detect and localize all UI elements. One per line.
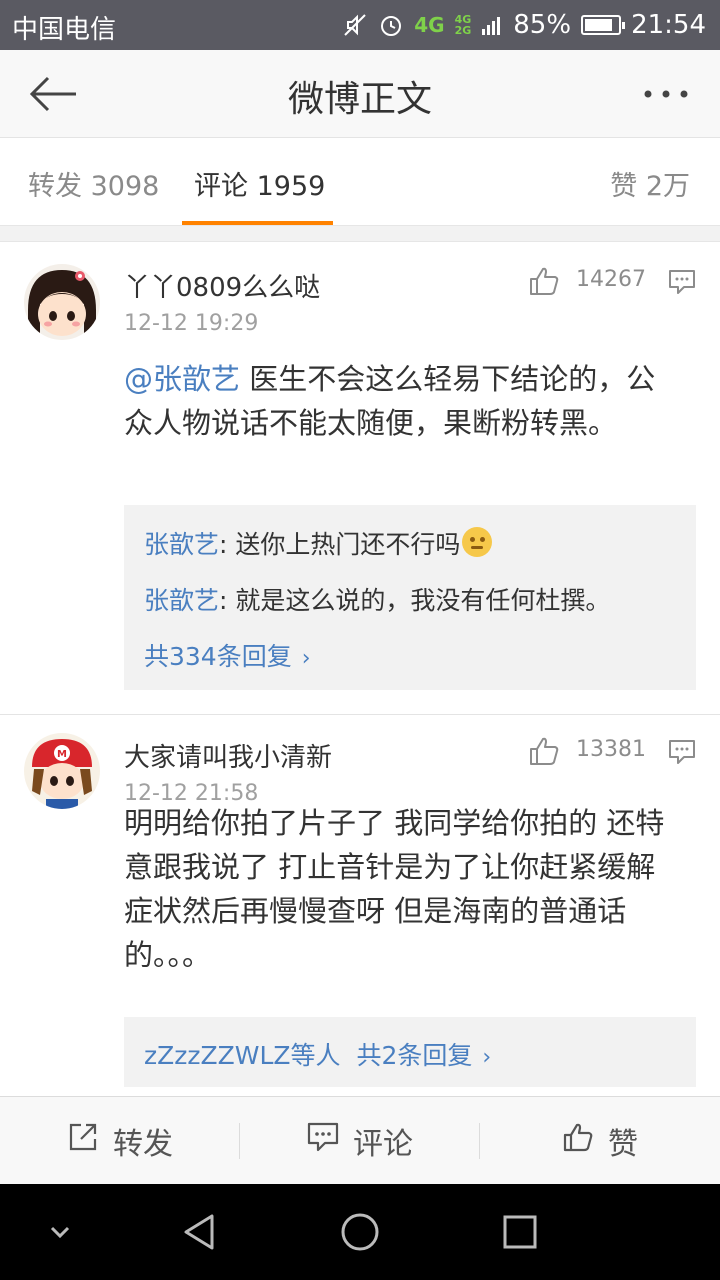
comment-username[interactable]: 大家请叫我小清新 <box>124 737 332 774</box>
more-replies-label: 共2条回复 <box>356 1041 473 1070</box>
home-circle-icon[interactable] <box>336 1208 384 1256</box>
thinking-emoji-icon <box>462 527 493 557</box>
recent-apps-square-icon[interactable] <box>496 1208 544 1256</box>
reply-text: : 送你上热门还不行吗 <box>219 530 461 559</box>
system-nav-bar <box>0 1184 720 1280</box>
reply-box: zZzzZZWLZ等人 共2条回复 › <box>124 1017 696 1087</box>
comment-body-text: 明明给你拍了片子了 我同学给你拍的 还特意跟我说了 打止音针是为了让你赶紧缓解症… <box>124 806 665 972</box>
active-tab-indicator <box>182 221 333 225</box>
comment-username[interactable]: 丫丫0809么么哒 <box>124 267 320 304</box>
reply-author[interactable]: 张歆艺 <box>144 586 219 615</box>
tab-likes[interactable]: 赞 2万 <box>610 164 690 203</box>
chevron-down-icon[interactable] <box>36 1208 84 1256</box>
repost-button[interactable]: 转发 <box>0 1097 240 1185</box>
status-bar: 中国电信 4G 4G 2G 85% 21:54 <box>0 0 720 50</box>
network-dual-indicator: 4G 2G <box>455 14 472 36</box>
network-4g-indicator: 4G <box>414 13 445 37</box>
like-button[interactable]: 赞 <box>480 1097 720 1185</box>
more-replies-label: 共334条回复 <box>144 642 292 671</box>
comment-item: 丫丫0809么么哒 12-12 19:29 14267 @张歆艺 医生不会这么轻… <box>0 243 720 713</box>
thumbs-up-icon <box>562 1121 594 1161</box>
mute-icon <box>342 12 368 38</box>
comment-bubble-icon <box>307 1122 339 1160</box>
thumbs-up-icon[interactable] <box>528 735 560 767</box>
reply-author[interactable]: 张歆艺 <box>144 530 219 559</box>
share-icon <box>67 1121 99 1161</box>
network-2g-label: 2G <box>454 24 472 37</box>
comment-item: M 大家请叫我小清新 12-12 21:58 13381 明明给你拍了片子了 我… <box>0 714 720 1094</box>
signal-icon <box>481 14 503 36</box>
reply-line: 张歆艺: 送你上热门还不行吗 <box>144 525 493 561</box>
action-bar: 转发 评论 赞 <box>0 1096 720 1184</box>
reply-bubble-icon[interactable] <box>668 739 696 765</box>
comment-like-count: 14267 <box>576 267 646 292</box>
status-icons: 4G 4G 2G 85% 21:54 <box>342 8 706 42</box>
repost-label: 转发 <box>113 1127 173 1162</box>
battery-icon <box>581 15 626 35</box>
reply-text: : 就是这么说的，我没有任何杜撰。 <box>219 586 611 615</box>
svg-text:M: M <box>57 749 67 760</box>
clock: 21:54 <box>631 10 706 40</box>
avatar[interactable] <box>24 264 100 340</box>
tab-repost[interactable]: 转发 3098 <box>28 164 159 203</box>
battery-percent: 85% <box>513 10 572 40</box>
carrier-name: 中国电信 <box>12 15 117 45</box>
chevron-right-icon: › <box>301 646 311 671</box>
comment-like-count: 13381 <box>576 737 646 762</box>
more-replies-link[interactable]: 共334条回复 › <box>144 637 311 673</box>
reply-box: 张歆艺: 送你上热门还不行吗 张歆艺: 就是这么说的，我没有任何杜撰。 共334… <box>124 505 696 690</box>
reply-bubble-icon[interactable] <box>668 269 696 295</box>
tab-bar: 转发 3098 评论 1959 赞 2万 <box>0 138 720 226</box>
comment-label: 评论 <box>353 1127 413 1162</box>
chevron-right-icon: › <box>482 1045 492 1070</box>
comment-button[interactable]: 评论 <box>240 1097 480 1185</box>
title-bar: 微博正文 <box>0 50 720 138</box>
more-replies-link[interactable]: zZzzZZWLZ等人 共2条回复 › <box>144 1036 491 1072</box>
more-dots-icon[interactable] <box>640 74 692 114</box>
reply-users-summary: zZzzZZWLZ等人 <box>144 1041 341 1070</box>
back-triangle-icon[interactable] <box>176 1208 224 1256</box>
thumbs-up-icon[interactable] <box>528 265 560 297</box>
battery-fill <box>585 19 613 31</box>
alarm-icon <box>378 12 404 38</box>
page-title: 微博正文 <box>287 79 432 120</box>
avatar[interactable]: M <box>24 733 100 809</box>
like-label: 赞 <box>608 1127 638 1162</box>
comment-time: 12-12 19:29 <box>124 311 259 336</box>
section-divider <box>0 226 720 242</box>
mention-link[interactable]: @张歆艺 <box>124 362 240 396</box>
comment-text: @张歆艺 医生不会这么轻易下结论的，公众人物说话不能太随便，果断粉转黑。 <box>124 357 684 445</box>
reply-line: 张歆艺: 就是这么说的，我没有任何杜撰。 <box>144 581 610 617</box>
